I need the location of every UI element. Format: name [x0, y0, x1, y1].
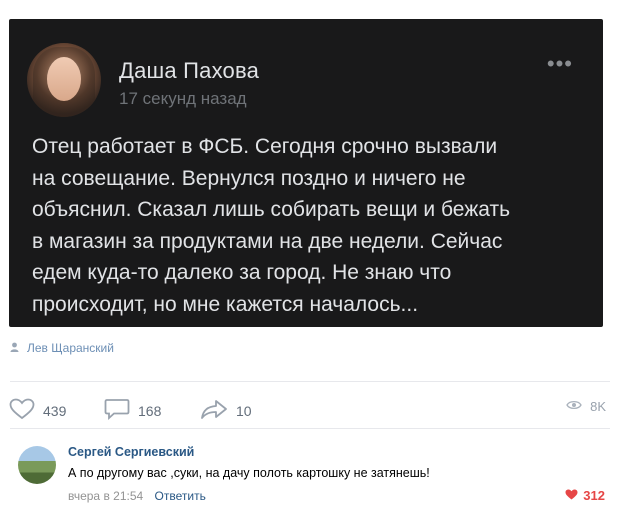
- comment-button[interactable]: 168: [104, 398, 161, 423]
- divider: [10, 428, 610, 429]
- comment-meta: вчера в 21:54 Ответить: [68, 489, 206, 503]
- reply-button[interactable]: Ответить: [155, 489, 206, 503]
- eye-icon: [566, 398, 582, 414]
- share-button[interactable]: 10: [200, 398, 252, 423]
- heart-filled-icon: [565, 488, 578, 503]
- like-button[interactable]: 439: [9, 398, 66, 423]
- commenter-avatar[interactable]: [18, 446, 56, 484]
- post-text: Отец работает в ФСБ. Сегодня срочно вызв…: [32, 135, 511, 316]
- comments-count: 168: [138, 402, 162, 419]
- divider: [10, 381, 610, 382]
- post-actions: 439 168 10 8K: [9, 398, 606, 422]
- post-source[interactable]: Лев Щаранский: [10, 341, 114, 355]
- avatar-face: [47, 57, 81, 101]
- shares-count: 10: [236, 402, 252, 419]
- post-screenshot-card: Даша Пахова 17 секунд назад ••• Отец раб…: [9, 19, 603, 327]
- post-time: 17 секунд назад: [119, 89, 247, 108]
- comment-text: А по другому вас ,суки, на дачу полоть к…: [68, 466, 430, 480]
- share-icon: [200, 398, 228, 423]
- heart-icon: [9, 398, 35, 423]
- source-name[interactable]: Лев Щаранский: [27, 341, 114, 355]
- comment-author[interactable]: Сергей Сергиевский: [68, 445, 194, 459]
- comment-likes-count: 312: [583, 488, 605, 503]
- user-icon: [10, 342, 19, 355]
- likes-count: 439: [43, 402, 67, 419]
- comment-icon: [104, 398, 130, 423]
- more-icon[interactable]: •••: [547, 53, 573, 75]
- comment-time[interactable]: вчера в 21:54: [68, 489, 143, 503]
- author-avatar[interactable]: [27, 43, 101, 117]
- comment-like-button[interactable]: 312: [565, 488, 605, 503]
- views-count: 8K: [590, 398, 606, 414]
- views-indicator: 8K: [566, 398, 606, 414]
- author-name[interactable]: Даша Пахова: [119, 58, 259, 84]
